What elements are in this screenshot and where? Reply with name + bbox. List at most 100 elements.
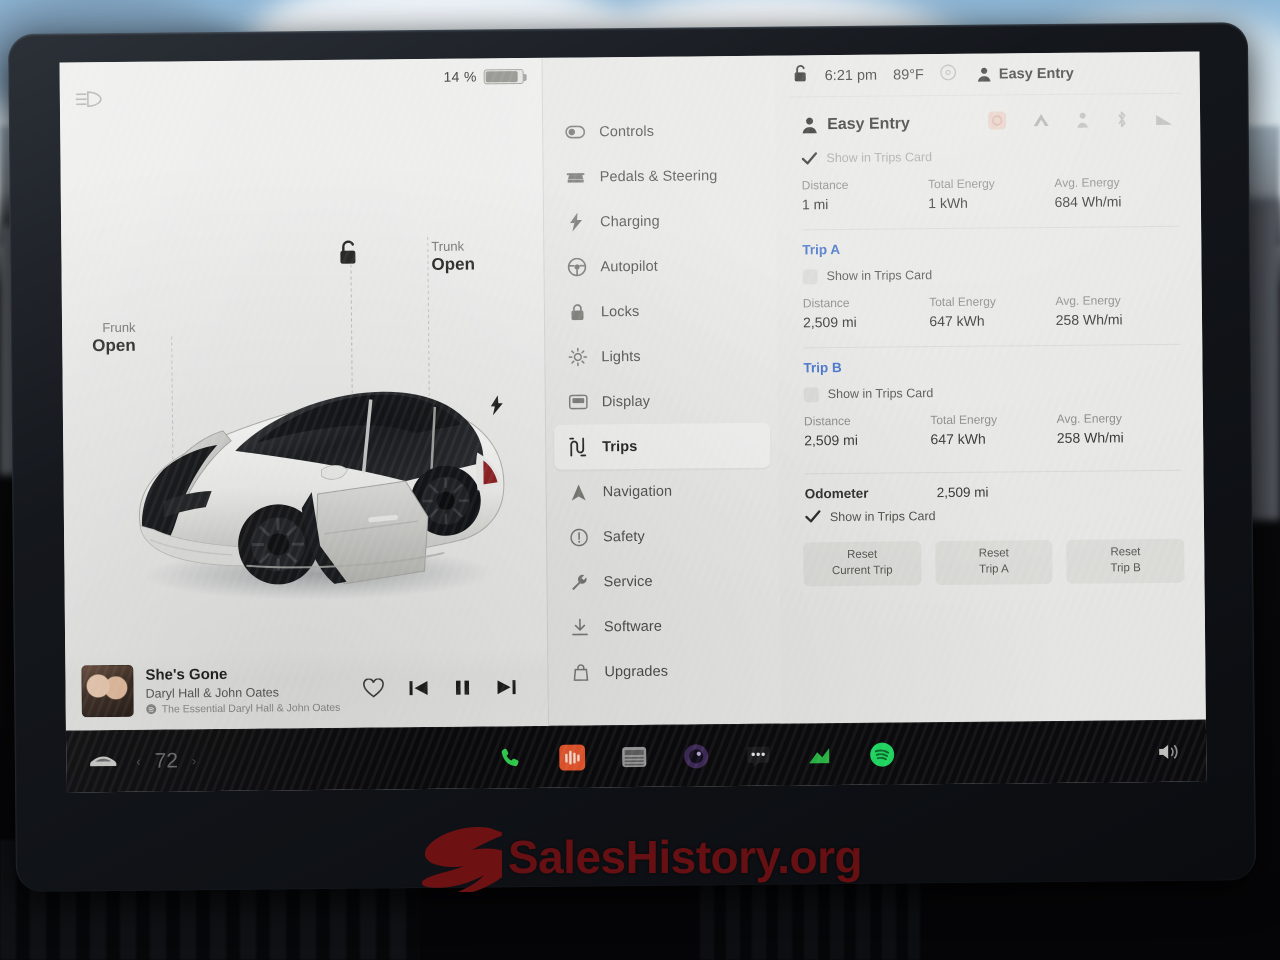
- menu-item-service[interactable]: Service: [555, 558, 771, 605]
- show-in-trips-card-label: Show in Trips Card: [829, 508, 936, 524]
- heart-icon[interactable]: [362, 678, 384, 698]
- pause-icon[interactable]: [452, 678, 472, 698]
- stat-label: Total Energy: [929, 294, 996, 310]
- skip-next-icon[interactable]: [495, 677, 517, 697]
- stat-value: 258 Wh/mi: [1056, 429, 1124, 446]
- menu-label: Lights: [601, 348, 641, 365]
- more-apps-icon[interactable]: [743, 740, 773, 770]
- stat-distance: Distance 2,509 mi: [804, 411, 931, 451]
- stat-value: 1 mi: [801, 196, 829, 213]
- menu-item-lights[interactable]: Lights: [553, 333, 769, 380]
- car-icon[interactable]: [88, 746, 118, 776]
- menu-item-navigation[interactable]: Navigation: [554, 468, 770, 515]
- battery-percent-label: 14 %: [443, 68, 477, 85]
- chevron-right-icon[interactable]: ›: [192, 753, 196, 768]
- menu-label: Service: [603, 573, 653, 590]
- tesla-touchscreen[interactable]: 14 % Trunk Open Frunk Open She's Gone Da…: [59, 51, 1207, 793]
- bluetooth-icon[interactable]: [1115, 110, 1128, 133]
- trip-b-title[interactable]: Trip B: [803, 357, 1182, 375]
- track-title: She's Gone: [145, 666, 228, 685]
- show-in-trips-card-row-current[interactable]: Show in Trips Card: [801, 143, 1180, 171]
- reset-trip-b-button[interactable]: Reset Trip B: [1066, 538, 1185, 584]
- stat-avg-energy: Avg. Energy 258 Wh/mi: [1055, 291, 1182, 331]
- signal-icon[interactable]: [1154, 111, 1174, 132]
- menu-item-pedals-steering[interactable]: Pedals & Steering: [551, 153, 767, 200]
- trip-a-title[interactable]: Trip A: [802, 239, 1181, 257]
- menu-label: Pedals & Steering: [599, 167, 718, 185]
- stat-label: Distance: [803, 413, 851, 429]
- calendar-app-icon[interactable]: [619, 741, 649, 771]
- panel-profile-name: Easy Entry: [827, 114, 910, 133]
- settings-menu[interactable]: Controls Pedals & Steering Charging Auto…: [542, 55, 781, 726]
- stat-total-energy: Total Energy 647 kWh: [930, 410, 1057, 450]
- navigation-arrow-icon: [569, 483, 589, 501]
- menu-label: Trips: [602, 438, 638, 455]
- reset-line1: Reset: [847, 549, 878, 562]
- menu-item-display[interactable]: Display: [554, 378, 770, 425]
- camera-app-icon[interactable]: [681, 741, 711, 771]
- bottom-dock[interactable]: ‹ 72 ›: [65, 719, 1207, 793]
- trip-section-b: Trip B Show in Trips Card Distance 2,509…: [791, 357, 1185, 452]
- menu-label: Autopilot: [600, 258, 658, 275]
- menu-item-locks[interactable]: Locks: [553, 288, 769, 335]
- display-icon: [568, 394, 588, 410]
- menu-label: Controls: [599, 123, 655, 140]
- odometer-value: 2,509 mi: [936, 484, 989, 501]
- recording-icon[interactable]: [988, 111, 1007, 134]
- phone-app-icon[interactable]: [495, 743, 525, 773]
- car-visualization-pane[interactable]: 14 % Trunk Open Frunk Open She's Gone Da…: [59, 57, 549, 731]
- stat-label: Avg. Energy: [1056, 411, 1122, 426]
- tent-icon[interactable]: [1032, 112, 1050, 133]
- menu-item-trips[interactable]: Trips: [554, 422, 771, 470]
- menu-item-software[interactable]: Software: [556, 603, 772, 650]
- unlocked-padlock-icon[interactable]: [793, 64, 809, 88]
- menu-item-autopilot[interactable]: Autopilot: [552, 243, 768, 290]
- checkmark-icon: [801, 151, 818, 164]
- person-icon: [978, 67, 991, 82]
- battery-indicator[interactable]: 14 %: [443, 68, 524, 85]
- main-content-row: 14 % Trunk Open Frunk Open She's Gone Da…: [59, 51, 1206, 731]
- unlocked-padlock-icon[interactable]: [337, 240, 359, 271]
- trips-panel-header: Easy Entry: [789, 94, 1182, 137]
- dock-right-cluster: [1004, 736, 1184, 768]
- reset-trip-a-button[interactable]: Reset Trip A: [934, 539, 1053, 586]
- trunk-state-text: Open: [431, 254, 476, 275]
- fan-icon[interactable]: [940, 63, 957, 85]
- media-player-card[interactable]: She's Gone Daryl Hall & John Oates The E…: [65, 647, 548, 731]
- media-app-icon[interactable]: [557, 742, 587, 772]
- show-in-trips-card-row-b[interactable]: Show in Trips Card: [803, 379, 1183, 407]
- winding-road-icon: [568, 437, 588, 457]
- track-artist: Daryl Hall & John Oates: [145, 685, 280, 701]
- wrench-icon: [569, 573, 589, 591]
- reset-line2: Trip A: [979, 563, 1009, 576]
- temperature-control[interactable]: ‹ 72 ›: [136, 749, 196, 774]
- stat-label: Avg. Energy: [1055, 293, 1121, 308]
- stat-label: Total Energy: [930, 412, 998, 428]
- menu-item-charging[interactable]: Charging: [552, 198, 768, 245]
- download-icon: [570, 618, 590, 636]
- battery-shell-icon: [483, 68, 524, 84]
- menu-item-controls[interactable]: Controls: [551, 108, 767, 155]
- reset-current-trip-button[interactable]: Reset Current Trip: [803, 541, 922, 587]
- reset-buttons-row: Reset Current Trip Reset Trip A Reset Tr…: [793, 521, 1187, 587]
- status-profile[interactable]: Easy Entry: [977, 65, 1074, 82]
- stat-value: 684 Wh/mi: [1054, 193, 1122, 210]
- energy-app-icon[interactable]: [805, 740, 835, 770]
- volume-icon[interactable]: [1154, 736, 1184, 766]
- chevron-left-icon[interactable]: ‹: [136, 754, 140, 769]
- dock-app-icons: [388, 738, 1004, 774]
- menu-label: Safety: [603, 528, 645, 545]
- menu-item-safety[interactable]: Safety: [555, 513, 771, 560]
- checkbox-unchecked[interactable]: [803, 386, 819, 402]
- menu-item-upgrades[interactable]: Upgrades: [556, 648, 772, 695]
- stat-total-energy: Total Energy 1 kWh: [928, 174, 1055, 214]
- show-in-trips-card-label: Show in Trips Card: [826, 150, 933, 166]
- show-in-trips-card-row-a[interactable]: Show in Trips Card: [802, 261, 1181, 289]
- menu-label: Display: [601, 393, 651, 410]
- skip-previous-icon[interactable]: [407, 678, 429, 698]
- show-in-trips-card-label: Show in Trips Card: [826, 268, 933, 284]
- status-profile-name: Easy Entry: [998, 65, 1074, 82]
- person-small-icon[interactable]: [1076, 111, 1089, 133]
- spotify-app-icon[interactable]: [867, 739, 897, 769]
- checkbox-unchecked[interactable]: [802, 268, 818, 284]
